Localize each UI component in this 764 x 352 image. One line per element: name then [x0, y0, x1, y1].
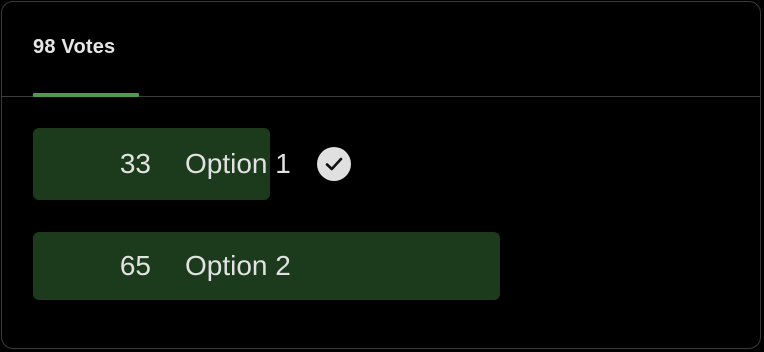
active-tab-indicator [33, 93, 139, 97]
poll-option-2[interactable]: 65 Option 2 [33, 232, 673, 300]
option-label: Option 1 [185, 148, 291, 179]
tab-votes[interactable]: 98 Votes [33, 36, 139, 97]
poll-option-1[interactable]: 33 Option 1 [33, 128, 673, 200]
votes-count-label: 98 Votes [33, 36, 116, 58]
option-vote-count: 65 [119, 250, 151, 281]
option-label: Option 2 [185, 250, 291, 281]
option-vote-count: 33 [119, 148, 151, 179]
poll-tab-bar: 98 Votes [2, 2, 760, 97]
poll-card: 98 Votes 33 Option 1 65 Option 2 [1, 1, 761, 349]
checkmark-circle-icon [317, 147, 351, 181]
